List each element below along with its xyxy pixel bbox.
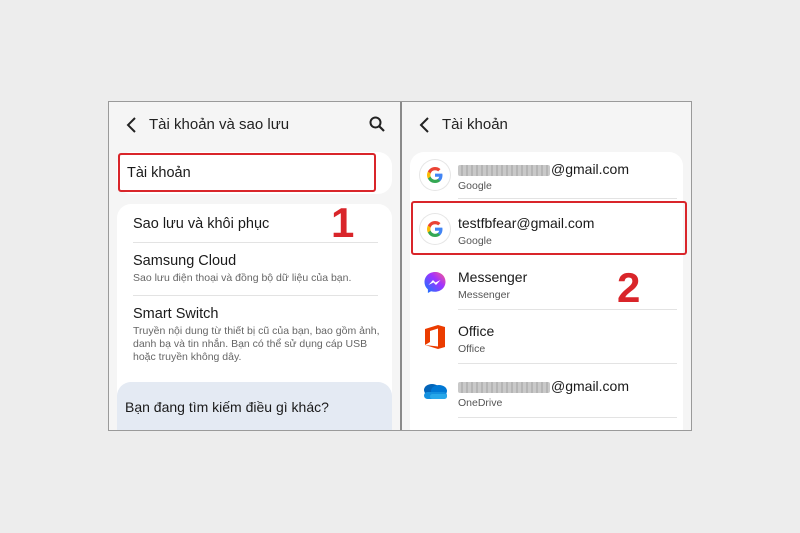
screenshot-frame: Tài khoản và sao lưu Tài khoản Sao lưu v… (108, 101, 692, 431)
back-arrow-icon[interactable] (125, 116, 139, 134)
redacted-email (458, 381, 550, 393)
highlight-box-accounts (118, 153, 376, 192)
backup-restore-label: Sao lưu và khôi phục (133, 216, 270, 232)
redacted-email (458, 164, 550, 176)
account-type: Messenger (458, 289, 510, 301)
divider (458, 309, 677, 310)
account-email: @gmail.com (458, 378, 629, 394)
backup-settings-panel: Tài khoản và sao lưu Tài khoản Sao lưu v… (109, 102, 400, 430)
messenger-icon (420, 268, 450, 298)
account-row-office[interactable]: Office Office (410, 314, 683, 368)
divider (458, 363, 677, 364)
samsung-cloud-description: Sao lưu điện thoại và đồng bộ dữ liệu củ… (133, 272, 352, 284)
samsung-cloud-item[interactable]: Samsung Cloud Sao lưu điện thoại và đồng… (133, 253, 393, 285)
account-type: OneDrive (458, 397, 503, 409)
step-number-2: 2 (617, 264, 641, 311)
highlight-box-account (411, 201, 687, 255)
account-name: Office (458, 323, 495, 339)
page-title: Tài khoản (442, 116, 508, 133)
account-type: Office (458, 343, 486, 355)
onedrive-icon (420, 376, 450, 406)
google-icon (420, 160, 450, 190)
account-type: Google (458, 180, 492, 192)
divider (133, 295, 378, 296)
smart-switch-label: Smart Switch (133, 306, 219, 322)
office-icon (420, 322, 450, 352)
backup-restore-item[interactable]: Sao lưu và khôi phục (133, 215, 269, 233)
account-row-onedrive[interactable]: @gmail.com OneDrive (410, 368, 683, 422)
divider (458, 198, 677, 199)
account-row-messenger[interactable]: Messenger Messenger (410, 260, 683, 314)
search-icon[interactable] (368, 115, 386, 133)
right-header: Tài khoản (402, 102, 691, 148)
back-arrow-icon[interactable] (418, 116, 432, 134)
suggestion-text[interactable]: Bạn đang tìm kiếm điều gì khác? (125, 399, 329, 415)
divider (458, 417, 677, 418)
left-header: Tài khoản và sao lưu (109, 102, 400, 148)
smart-switch-description: Truyền nội dung từ thiết bị cũ của bạn, … (133, 325, 380, 363)
account-email: @gmail.com (458, 161, 629, 177)
step-number-1: 1 (331, 199, 355, 246)
page-title: Tài khoản và sao lưu (149, 116, 290, 133)
samsung-cloud-label: Samsung Cloud (133, 253, 237, 269)
accounts-panel: Tài khoản @gmail.com Google testfbfear@g… (402, 102, 691, 430)
smart-switch-item[interactable]: Smart Switch Truyền nội dung từ thiết bị… (133, 306, 388, 364)
suggestion-card: Bạn đang tìm kiếm điều gì khác? (117, 382, 392, 430)
account-name: Messenger (458, 269, 528, 285)
